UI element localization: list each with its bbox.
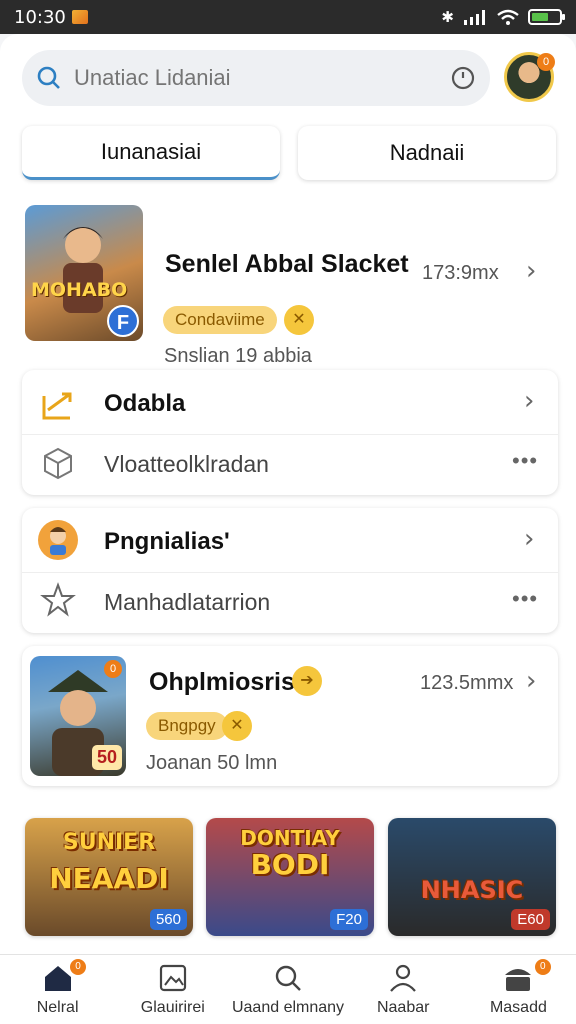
tile-2-top-label: DONTIAY	[240, 826, 340, 850]
second-subtitle: Joanan 50 lmn	[146, 752, 278, 774]
more-options-icon[interactable]: •••	[512, 586, 538, 612]
wifi-icon	[497, 9, 519, 25]
tile-2-badge: F20	[330, 909, 368, 930]
tile-1-label: NEAADI	[49, 862, 169, 895]
featured-subtitle: Snslian 19 abbia	[164, 345, 312, 367]
featured-item[interactable]: MOHABO F Senlel Abbal Slacket 173:9mx › …	[0, 200, 576, 367]
featured-thumbnail: MOHABO F	[25, 205, 143, 341]
menu-item-pngnialias[interactable]: Pngnialias' ›	[22, 508, 558, 572]
chevron-right-icon: ›	[524, 524, 535, 554]
menu-item-row-1[interactable]: Vloatteolklradan •••	[22, 434, 558, 494]
avatar-badge: 0	[537, 53, 555, 71]
nav-item-store[interactable]: 0 Masadd	[461, 955, 576, 1024]
menu-item-row-2[interactable]: Manhadlatarrion •••	[22, 572, 558, 632]
tile-1-top-label: SUNIER	[62, 830, 156, 855]
second-badge-top: 0	[104, 660, 122, 678]
export-icon	[42, 392, 72, 420]
menu-row-text-2: Manhadlatarrion	[104, 589, 271, 615]
nav-item-people[interactable]: Naabar	[346, 955, 461, 1024]
tab-first[interactable]: Iunanasiai	[22, 126, 280, 180]
second-title: Ohplmiosris	[149, 668, 295, 696]
tab-second-label: Nadnaii	[389, 140, 465, 165]
profile-avatar[interactable]: 0	[504, 52, 555, 102]
history-icon[interactable]	[450, 65, 476, 91]
nav-item-gallery[interactable]: Glauirirei	[115, 955, 230, 1024]
featured-title: Senlel Abbal Slacket	[165, 250, 409, 278]
featured-tag: Condaviime	[163, 306, 277, 334]
tile-1-badge: 560	[149, 909, 187, 930]
tile-3-badge: E60	[511, 909, 550, 930]
home-icon	[44, 966, 71, 991]
nav-store-badge: 0	[534, 959, 551, 975]
game-tile-1[interactable]: SUNIER NEAADI 560	[25, 818, 193, 936]
nav-label-home: Nelral	[36, 999, 79, 1016]
arrow-badge-icon: ➔	[292, 666, 322, 696]
character-icon	[38, 520, 78, 560]
chevron-right-icon: ›	[526, 256, 537, 286]
menu-item-odabla[interactable]: Odabla ›	[22, 370, 558, 434]
chevron-right-icon: ›	[526, 666, 537, 696]
second-tag: Bngpgy	[146, 712, 228, 740]
people-icon	[390, 964, 417, 992]
bluetooth-icon: ✱	[441, 9, 454, 26]
featured-thumb-badge: F	[107, 305, 139, 337]
star-icon	[40, 582, 76, 617]
search-icon	[275, 965, 301, 991]
second-item[interactable]: 0 50 Ohplmiosris ➔ 123.5mmx › Bngpgy ✕ J…	[22, 646, 558, 786]
game-tile-3[interactable]: NHASIC E60	[388, 818, 556, 936]
tab-second[interactable]: Nadnaii	[298, 126, 556, 180]
nav-item-search[interactable]: Uaand elmnany	[230, 955, 345, 1024]
nav-item-home[interactable]: 0 Nelral	[0, 955, 115, 1024]
search-icon	[37, 66, 60, 89]
tile-3-label: NHASIC	[420, 876, 524, 904]
signal-icon	[464, 10, 485, 25]
search-row: 0	[22, 50, 555, 106]
nav-label-people: Naabar	[376, 999, 430, 1016]
featured-meta: 173:9mx	[422, 262, 499, 284]
tile-2-label: BODI	[250, 848, 330, 881]
close-icon[interactable]: ✕	[222, 711, 252, 741]
chevron-right-icon: ›	[524, 386, 535, 416]
gallery-icon	[159, 964, 186, 992]
search-input[interactable]	[74, 65, 450, 91]
menu-card-2: Pngnialias' › Manhadlatarrion •••	[22, 508, 558, 633]
notification-icon	[71, 10, 88, 24]
menu-title-2: Pngnialias'	[104, 528, 230, 555]
second-meta: 123.5mmx	[420, 672, 514, 694]
nav-label-search: Uaand elmnany	[231, 999, 345, 1016]
more-options-icon[interactable]: •••	[512, 448, 538, 474]
second-badge-bottom: 50	[91, 745, 122, 770]
second-thumbnail: 0 50	[30, 656, 126, 776]
menu-title-1: Odabla	[104, 390, 186, 417]
app-screen: 0 Iunanasiai Nadnaii MOHABO F Senlel Abb…	[0, 34, 576, 1024]
status-icons: ✱	[441, 8, 565, 26]
bottom-navigation: 0 Nelral Glauirirei Uaand elmnany Naabar…	[0, 954, 576, 1024]
battery-icon	[528, 9, 565, 25]
featured-thumb-label: MOHABO	[31, 279, 128, 301]
nav-label-gallery: Glauirirei	[140, 999, 205, 1016]
nav-label-store: Masadd	[489, 999, 547, 1016]
nav-home-badge: 0	[70, 959, 86, 975]
menu-row-text-1: Vloatteolklradan	[104, 451, 269, 477]
game-tile-2[interactable]: DONTIAY BODI F20	[206, 818, 374, 936]
search-bar[interactable]	[22, 50, 490, 106]
close-icon[interactable]: ✕	[284, 305, 314, 335]
box-icon	[44, 447, 72, 480]
tab-first-label: Iunanasiai	[100, 138, 202, 164]
status-bar: 10:30 ✱	[0, 0, 576, 34]
store-icon	[505, 969, 532, 991]
status-time: 10:30	[14, 6, 66, 28]
menu-card-1: Odabla › Vloatteolklradan •••	[22, 370, 558, 495]
